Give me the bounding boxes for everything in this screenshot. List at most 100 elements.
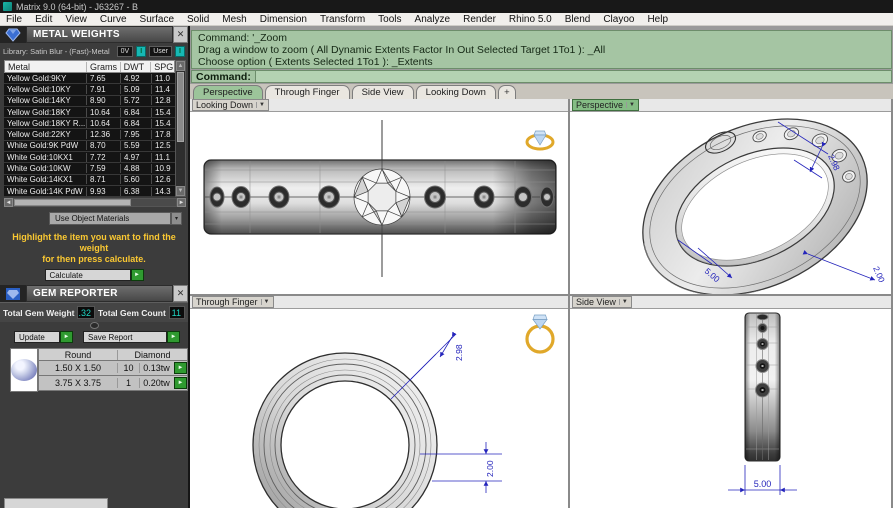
table-row[interactable]: Yellow Gold:9KY7.654.9211.0 — [4, 73, 175, 84]
tab-add-viewport[interactable]: + — [498, 85, 516, 99]
viewport-label-side-view[interactable]: Side View ▼ — [572, 296, 632, 308]
scroll-up-icon[interactable]: ▲ — [176, 61, 185, 71]
menu-item-render[interactable]: Render — [463, 14, 496, 25]
metal-weights-instruction: Highlight the item you want to find the … — [6, 232, 182, 265]
panel-splitter[interactable] — [0, 322, 188, 329]
metal-weights-close-icon[interactable]: ✕ — [173, 26, 188, 43]
side-view-drawing[interactable]: 5.00 — [570, 309, 891, 508]
sidebar-footer-box — [4, 498, 108, 508]
metal-table-vscrollbar[interactable]: ▲ ▼ — [175, 60, 186, 197]
scrollbar-thumb[interactable] — [177, 72, 184, 142]
tab-looking-down[interactable]: Looking Down — [416, 85, 496, 99]
viewport-perspective[interactable]: Perspective ▼ — [570, 99, 891, 294]
table-row[interactable]: Yellow Gold:18KY10.646.8415.4 — [4, 107, 175, 118]
gem-table-header: Round Diamond — [38, 348, 188, 361]
app-logo-icon — [3, 2, 12, 11]
menu-item-transform[interactable]: Transform — [320, 14, 365, 25]
table-row[interactable]: Yellow Gold:18KY R...10.646.8415.4 — [4, 118, 175, 129]
menu-item-clayoo[interactable]: Clayoo — [603, 14, 634, 25]
save-report-go-icon[interactable]: ► — [167, 331, 180, 343]
menu-item-blend[interactable]: Blend — [565, 14, 591, 25]
viewport-label-through-finger[interactable]: Through Finger ▼ — [192, 296, 274, 308]
spg-cell: 11.1 — [151, 153, 175, 162]
gem-thumbnail[interactable] — [10, 348, 38, 392]
chevron-down-icon[interactable]: ▼ — [619, 299, 628, 305]
scroll-right-icon[interactable]: ► — [177, 198, 186, 207]
table-row[interactable]: White Gold:10KX17.724.9711.1 — [4, 152, 175, 163]
table-row[interactable]: White Gold:14K PdW9.936.3814.3 — [4, 186, 175, 197]
menu-item-curve[interactable]: Curve — [100, 14, 127, 25]
tab-perspective[interactable]: Perspective — [193, 85, 263, 99]
table-row[interactable]: White Gold:9K PdW8.705.5912.5 — [4, 141, 175, 152]
chevron-down-icon[interactable]: ▼ — [626, 102, 635, 108]
command-input[interactable] — [255, 70, 892, 83]
menu-item-help[interactable]: Help — [647, 14, 668, 25]
viewport-label-perspective[interactable]: Perspective ▼ — [572, 99, 639, 111]
dwt-cell: 5.09 — [120, 85, 151, 94]
menu-item-surface[interactable]: Surface — [140, 14, 174, 25]
viewport-looking-down[interactable]: Looking Down ▼ — [190, 99, 568, 294]
gem-reporter-close-icon[interactable]: ✕ — [173, 285, 188, 302]
table-row[interactable]: Yellow Gold:14KY8.905.7212.8 — [4, 96, 175, 107]
viewport-side-view[interactable]: Side View ▼ — [570, 296, 891, 508]
menu-item-mesh[interactable]: Mesh — [222, 14, 246, 25]
calculate-go-icon[interactable]: ► — [131, 269, 144, 281]
viewport-label-looking-down[interactable]: Looking Down ▼ — [192, 99, 269, 111]
gem-go-icon[interactable]: ► — [174, 377, 187, 389]
ring-orientation-icon — [527, 131, 553, 149]
gem-table-row[interactable]: 1.50 X 1.50100.13tw► — [38, 361, 188, 376]
viewport-through-finger[interactable]: Through Finger ▼ — [190, 296, 568, 508]
command-prompt-label: Command: — [191, 70, 255, 83]
menu-item-view[interactable]: View — [65, 14, 87, 25]
gem-table-row[interactable]: 3.75 X 3.7510.20tw► — [38, 376, 188, 391]
tab-through-finger[interactable]: Through Finger — [265, 85, 350, 99]
menu-item-edit[interactable]: Edit — [35, 14, 52, 25]
grams-cell: 8.70 — [86, 141, 120, 150]
spg-cell: 15.4 — [151, 108, 175, 117]
table-row[interactable]: White Gold:14KX18.715.6012.6 — [4, 175, 175, 186]
chevron-down-icon[interactable]: ▼ — [256, 102, 265, 108]
chevron-down-icon[interactable]: ▼ — [261, 299, 270, 305]
menu-item-solid[interactable]: Solid — [187, 14, 209, 25]
command-history: Command: '_ZoomDrag a window to zoom ( A… — [191, 30, 892, 69]
menu-item-tools[interactable]: Tools — [378, 14, 401, 25]
metal-weights-gem-icon — [0, 26, 26, 43]
table-row[interactable]: White Gold:10KW7.594.8810.9 — [4, 163, 175, 174]
gem-reporter-title: GEM REPORTER — [26, 285, 173, 302]
title-bar: Matrix 9.0 (64-bit) - J63267 - B — [0, 0, 893, 13]
table-row[interactable]: Yellow Gold:22KY12.367.9517.8 — [4, 129, 175, 140]
dropdown-arrow-icon[interactable]: ▾ — [171, 212, 182, 225]
save-report-button[interactable]: Save Report — [83, 331, 167, 343]
splitter-knob-icon[interactable] — [90, 322, 99, 329]
scroll-left-icon[interactable]: ◄ — [4, 198, 13, 207]
perspective-drawing[interactable]: 2.98 5.00 2.00 — [570, 112, 891, 294]
metal-cell: White Gold:14K PdW — [4, 187, 86, 196]
calculate-button[interactable]: Calculate — [45, 269, 131, 281]
menu-item-dimension[interactable]: Dimension — [260, 14, 307, 25]
grams-cell: 7.91 — [86, 85, 120, 94]
ring-orientation-icon — [527, 315, 553, 352]
metal-table-hscrollbar[interactable]: ◄ ► — [4, 198, 186, 207]
update-button[interactable]: Update — [14, 331, 60, 343]
scrollbar-thumb[interactable] — [14, 199, 131, 206]
command-prompt-row: Command: — [191, 70, 892, 83]
library-row: Library: Satin Blur - (Fast)-Metal 0V I … — [0, 43, 188, 59]
dwt-cell: 5.60 — [120, 175, 151, 184]
menu-item-rhino-5-0[interactable]: Rhino 5.0 — [509, 14, 552, 25]
table-row[interactable]: Yellow Gold:10KY7.915.0911.4 — [4, 84, 175, 95]
grams-cell: 10.64 — [86, 108, 120, 117]
menu-item-file[interactable]: File — [6, 14, 22, 25]
svg-text:5.00: 5.00 — [754, 479, 772, 489]
user-toggle-button[interactable]: I — [175, 46, 185, 57]
tab-side-view[interactable]: Side View — [352, 85, 414, 99]
use-object-materials-dropdown[interactable]: Use Object Materials — [49, 212, 171, 225]
menu-item-analyze[interactable]: Analyze — [415, 14, 451, 25]
gem-go-icon[interactable]: ► — [174, 362, 187, 374]
grams-cell: 7.65 — [86, 74, 120, 83]
ov-toggle-button[interactable]: I — [136, 46, 146, 57]
scroll-down-icon[interactable]: ▼ — [176, 186, 185, 196]
update-go-icon[interactable]: ► — [60, 331, 73, 343]
through-finger-drawing[interactable]: 2.98 2.00 — [190, 309, 568, 508]
looking-down-drawing[interactable] — [190, 112, 568, 294]
grams-cell: 9.93 — [86, 187, 120, 196]
